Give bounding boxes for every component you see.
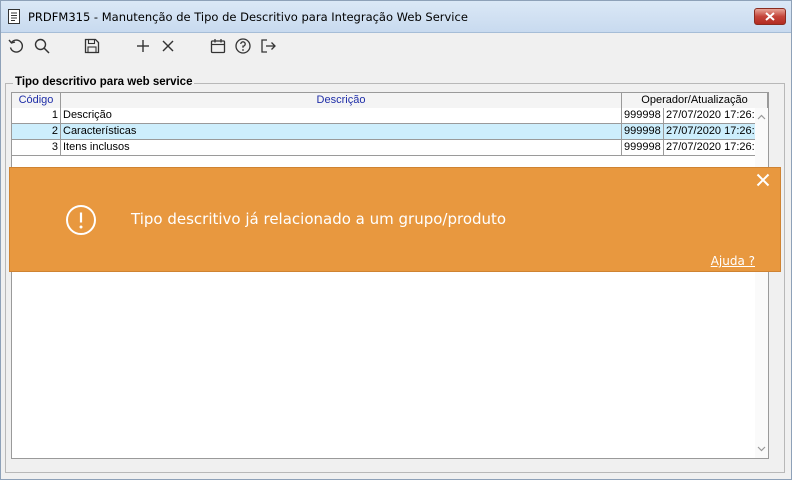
help-link[interactable]: Ajuda ? (711, 254, 755, 268)
calendar-button[interactable] (209, 37, 227, 55)
add-icon (137, 40, 149, 52)
table-row-selected[interactable]: 2 Características 999998 27/07/2020 17:2… (12, 124, 768, 140)
help-icon (235, 38, 251, 54)
column-header-descricao[interactable]: Descrição (61, 93, 622, 108)
search-icon (34, 38, 50, 54)
cell-codigo: 2 (12, 124, 61, 139)
cell-operador: 999998 (622, 124, 664, 139)
cell-codigo: 1 (12, 108, 61, 123)
refresh-button[interactable] (7, 37, 25, 55)
delete-button[interactable] (159, 37, 177, 55)
cell-atualizacao: 27/07/2020 17:26:06 (666, 109, 767, 121)
column-header-codigo[interactable]: Código (12, 93, 61, 108)
main-window: PRDFM315 - Manutenção de Tipo de Descrit… (0, 0, 792, 480)
close-icon[interactable] (756, 173, 770, 187)
cell-atualizacao: 27/07/2020 17:26:06 (666, 125, 767, 137)
cell-codigo: 3 (12, 140, 61, 155)
warning-icon (66, 205, 96, 235)
vertical-scrollbar[interactable] (755, 108, 768, 458)
table-row[interactable]: 3 Itens inclusos 999998 27/07/2020 17:26… (12, 140, 768, 156)
search-button[interactable] (33, 37, 51, 55)
save-icon (84, 38, 100, 54)
close-window-button[interactable] (754, 8, 786, 25)
add-button[interactable] (134, 37, 152, 55)
notification-toast: Tipo descritivo já relacionado a um grup… (9, 167, 781, 272)
cell-atualizacao: 27/07/2020 17:26:06 (666, 141, 767, 153)
help-button[interactable] (234, 37, 252, 55)
refresh-icon (8, 39, 23, 53)
title-bar: PRDFM315 - Manutenção de Tipo de Descrit… (1, 1, 791, 33)
cell-descricao[interactable]: Características (61, 124, 622, 139)
cell-operador: 999998 (622, 140, 664, 155)
cell-descricao: Descrição (61, 108, 622, 123)
content-area: Tipo descritivo para web service Código … (1, 59, 791, 479)
save-button[interactable] (83, 37, 101, 55)
table-row[interactable]: 1 Descrição 999998 27/07/2020 17:26:06 (12, 108, 768, 124)
document-icon (8, 9, 20, 24)
cell-descricao: Itens inclusos (61, 140, 622, 155)
exit-icon (261, 39, 276, 53)
toast-message: Tipo descritivo já relacionado a um grup… (131, 210, 507, 228)
window-title: PRDFM315 - Manutenção de Tipo de Descrit… (28, 10, 468, 24)
scroll-up-icon[interactable] (755, 111, 768, 123)
close-icon (765, 12, 775, 21)
delete-icon (162, 40, 174, 52)
grid-header: Código Descrição Operador/Atualização (12, 93, 768, 109)
exit-button[interactable] (259, 37, 277, 55)
column-header-operador[interactable]: Operador/Atualização (622, 93, 768, 108)
data-grid[interactable]: Código Descrição Operador/Atualização 1 … (11, 92, 769, 459)
group-title: Tipo descritivo para web service (13, 76, 195, 88)
toolbar (1, 33, 791, 59)
cell-operador: 999998 (622, 108, 664, 123)
calendar-icon (210, 39, 226, 54)
scroll-down-icon[interactable] (755, 443, 768, 455)
